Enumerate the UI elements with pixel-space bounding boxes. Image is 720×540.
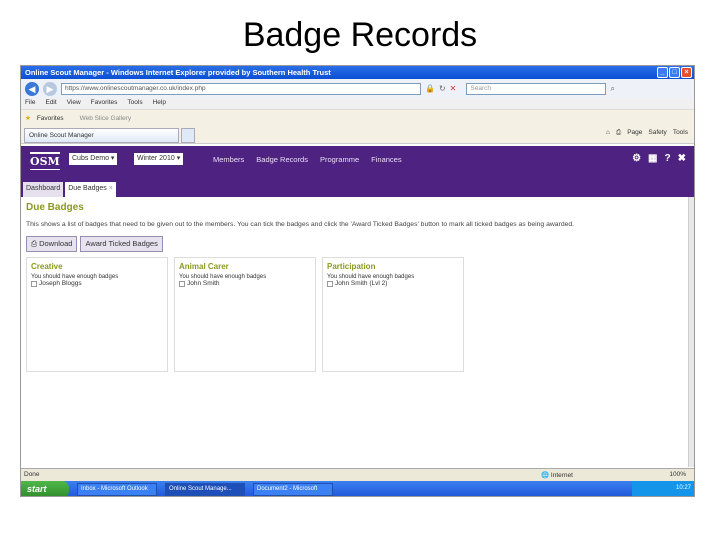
member-name: Joseph Bloggs (39, 280, 82, 287)
tab-row: Online Scout Manager ⌂ ⎙ Page Safety Too… (21, 126, 694, 144)
gear-icon[interactable]: ⚙ (632, 153, 641, 164)
badge-card: Animal Carer You should have enough badg… (174, 257, 316, 372)
main-content: Due Badges This shows a list of badges t… (21, 197, 689, 467)
member-checkbox[interactable] (327, 280, 333, 287)
new-tab-button[interactable] (181, 128, 195, 143)
status-bar: Done 🌐 Internet 100% (21, 468, 694, 481)
help-icon[interactable]: ? (665, 153, 671, 164)
download-icon: ⎙ (31, 239, 37, 248)
favorites-bar: ★ Favorites Web Slice Gallery (21, 109, 694, 126)
back-icon[interactable]: ◀ (25, 81, 39, 96)
address-bar-row: ◀ ▶ https://www.onlinescoutmanager.co.uk… (21, 79, 694, 98)
menu-favorites[interactable]: Favorites (91, 99, 118, 108)
restore-button[interactable]: □ (669, 67, 680, 78)
badge-card: Creative You should have enough badges J… (26, 257, 168, 372)
close-tab-icon[interactable]: × (109, 185, 113, 192)
menu-file[interactable]: File (25, 99, 35, 108)
nav-members[interactable]: Members (213, 155, 244, 164)
safety-menu[interactable]: Safety (648, 129, 666, 137)
logout-icon[interactable]: ✖ (678, 153, 686, 164)
taskbar-item-outlook[interactable]: Inbox - Microsoft Outlook (77, 483, 157, 496)
badge-title: Participation (327, 262, 376, 271)
tools-menu[interactable]: Tools (673, 129, 688, 137)
badge-card: Participation You should have enough bad… (322, 257, 464, 372)
member-checkbox[interactable] (31, 280, 37, 287)
section-select[interactable]: Cubs Demo ▾ (69, 153, 118, 165)
url-input[interactable]: https://www.onlinescoutmanager.co.uk/ind… (61, 82, 421, 95)
osm-header: OSM Cubs Demo ▾ Winter 2010 ▾ Members Ba… (21, 146, 694, 197)
stop-icon[interactable]: ✕ (450, 84, 457, 93)
zoom-level[interactable]: 100% (669, 471, 686, 478)
refresh-icon[interactable]: ↻ (439, 84, 446, 93)
window-title: Online Scout Manager - Windows Internet … (25, 68, 331, 77)
menu-edit[interactable]: Edit (45, 99, 56, 108)
home-icon[interactable]: ⌂ (606, 129, 610, 137)
minimize-button[interactable]: _ (657, 67, 668, 78)
close-button[interactable]: × (681, 67, 692, 78)
taskbar-item-word[interactable]: Document2 - Microsoft (253, 483, 333, 496)
term-select[interactable]: Winter 2010 ▾ (134, 153, 184, 165)
page-menu[interactable]: Page (627, 129, 642, 137)
forward-icon[interactable]: ▶ (43, 81, 57, 96)
web-slice-gallery[interactable]: Web Slice Gallery (80, 115, 132, 122)
member-name: John Smith (187, 280, 220, 287)
member-checkbox[interactable] (179, 280, 185, 287)
print-icon[interactable]: ⎙ (616, 129, 621, 137)
internet-zone: 🌐 Internet (541, 472, 573, 479)
lock-icon: 🔒 (425, 84, 435, 93)
start-button[interactable]: start (21, 481, 69, 496)
nav-badge-records[interactable]: Badge Records (256, 155, 308, 164)
menu-tools[interactable]: Tools (127, 99, 142, 108)
award-ticked-badges-button[interactable]: Award Ticked Badges (80, 236, 163, 252)
page-description: This shows a list of badges that need to… (26, 221, 575, 228)
nav-programme[interactable]: Programme (320, 155, 359, 164)
menu-help[interactable]: Help (153, 99, 166, 108)
browser-tab[interactable]: Online Scout Manager (24, 128, 179, 143)
badge-title: Creative (31, 262, 63, 271)
favorites-button[interactable]: Favorites (37, 115, 64, 122)
taskbar-item-ie[interactable]: Online Scout Manage... (165, 483, 245, 496)
browser-window: Online Scout Manager - Windows Internet … (20, 65, 695, 497)
menu-bar: File Edit View Favorites Tools Help (21, 98, 694, 109)
news-icon[interactable]: ▦ (648, 153, 657, 164)
scrollbar[interactable] (688, 197, 694, 467)
tab-due-badges[interactable]: Due Badges × (65, 182, 116, 197)
star-icon: ★ (25, 115, 31, 122)
nav-finances[interactable]: Finances (371, 155, 401, 164)
badge-title: Animal Carer (179, 262, 229, 271)
window-titlebar: Online Scout Manager - Windows Internet … (21, 66, 694, 79)
download-button[interactable]: ⎙ Download (26, 236, 78, 252)
taskbar: start Inbox - Microsoft Outlook Online S… (21, 481, 694, 496)
member-name: John Smith (Lvl 2) (335, 280, 388, 287)
slide-title: Badge Records (242, 16, 478, 54)
page-title: Due Badges (26, 202, 84, 213)
search-icon[interactable]: ⌕ (610, 84, 614, 94)
search-input[interactable]: Search (466, 82, 607, 95)
status-text: Done (24, 471, 40, 478)
tab-dashboard[interactable]: Dashboard (23, 182, 64, 197)
osm-logo[interactable]: OSM (30, 152, 60, 170)
menu-view[interactable]: View (67, 99, 81, 108)
system-tray-clock: 10:27 (632, 481, 694, 496)
